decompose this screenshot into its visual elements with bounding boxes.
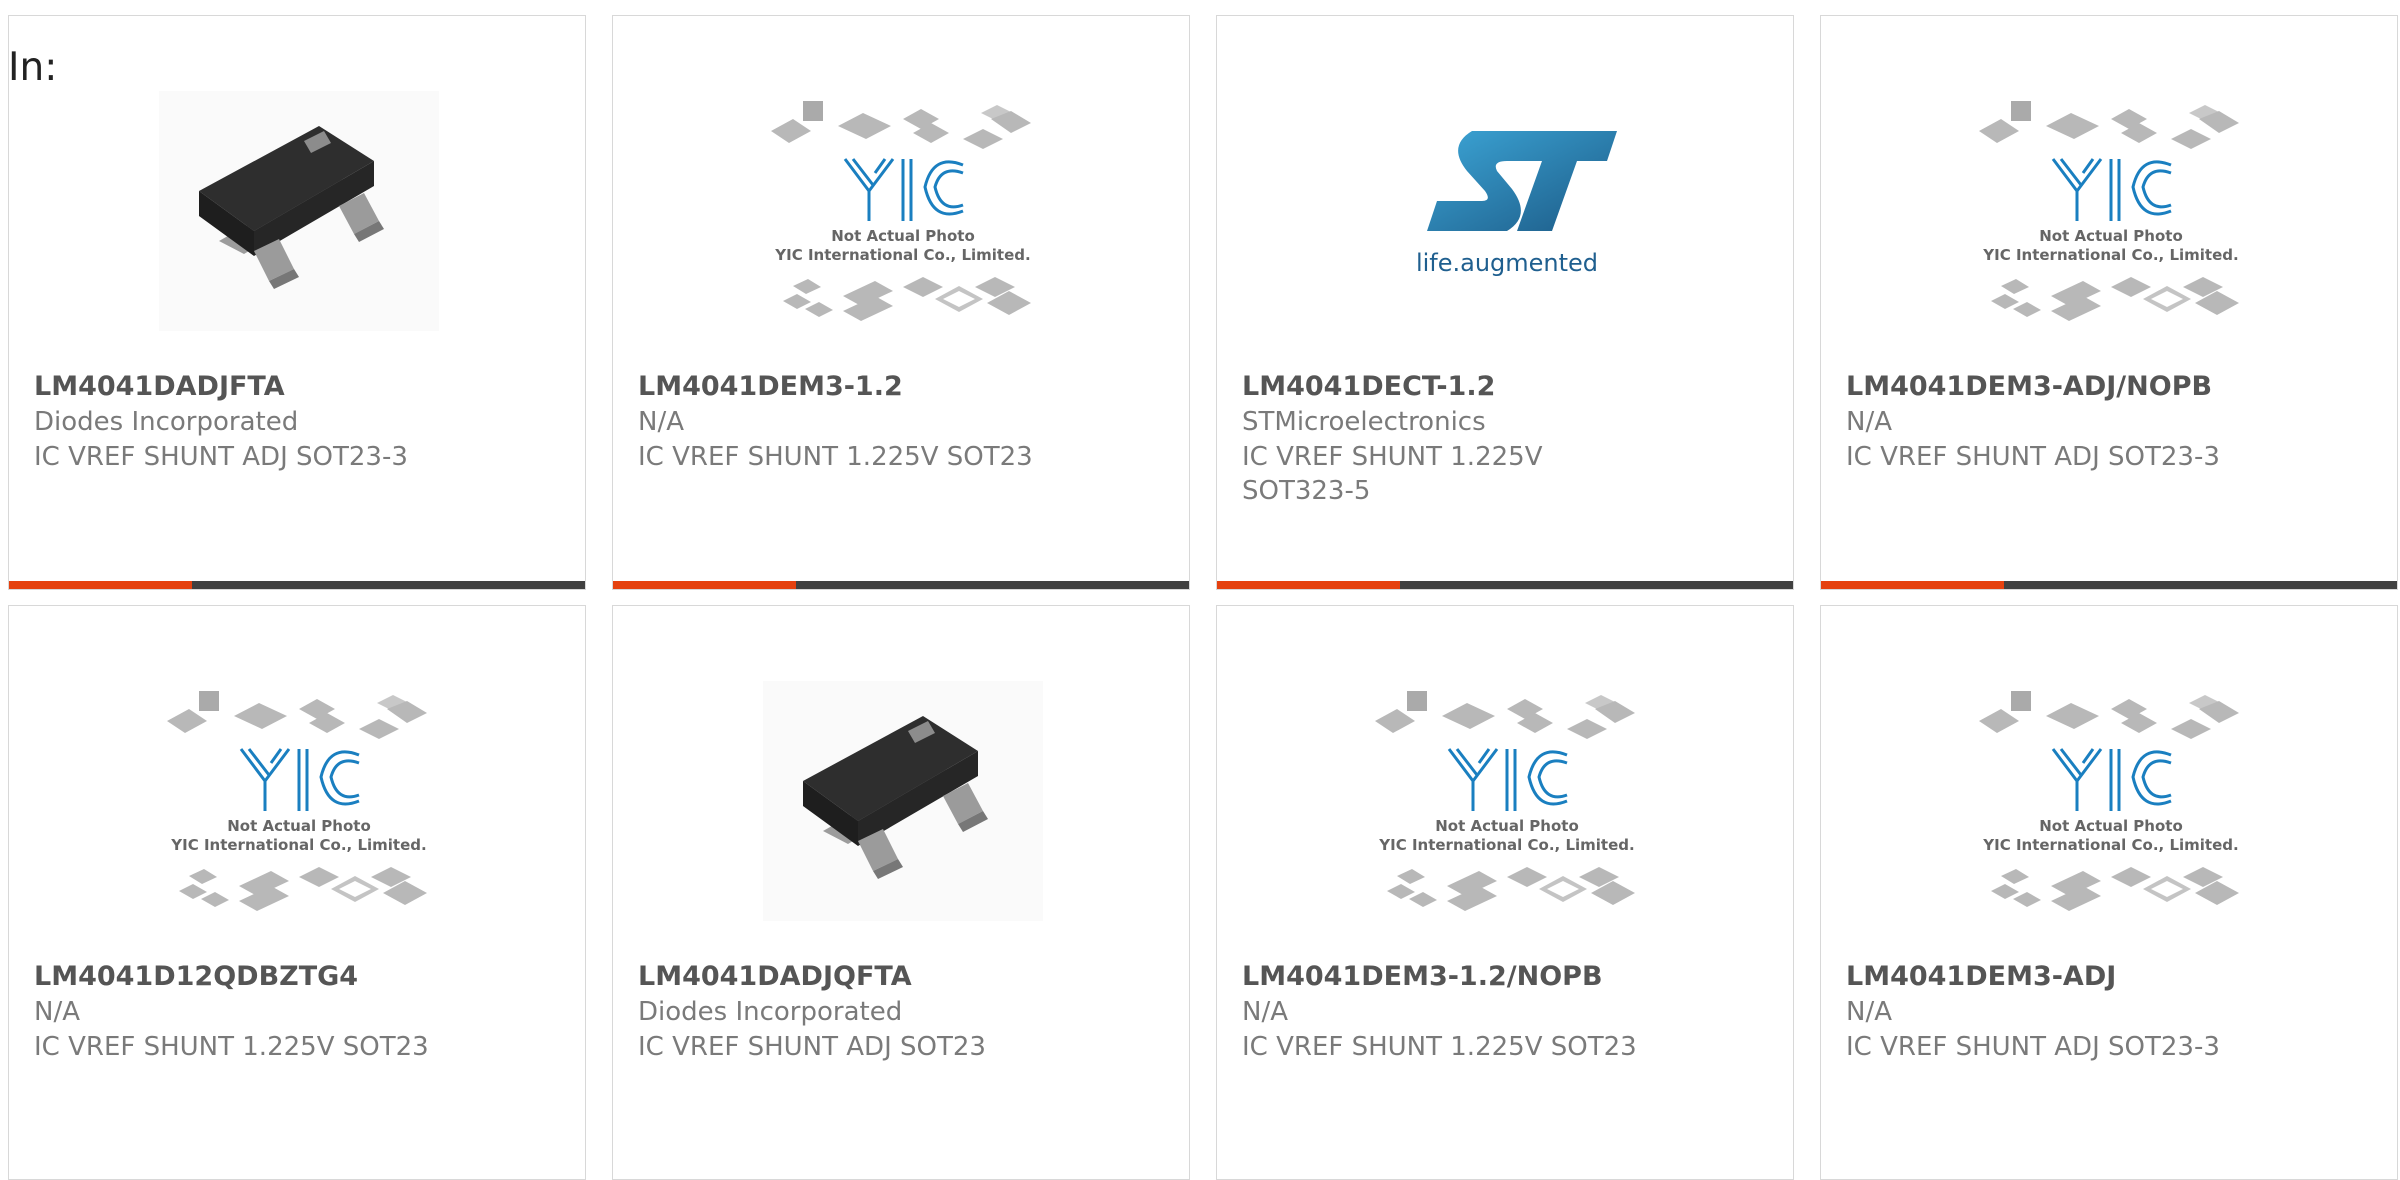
part-number[interactable]: LM4041DECT-1.2 — [1242, 371, 1495, 402]
manufacturer: N/A — [1242, 997, 1288, 1027]
part-number[interactable]: LM4041DEM3-1.2 — [638, 371, 903, 402]
yic-placeholder-icon: Not Actual Photo YIC International Co., … — [1979, 691, 2239, 911]
manufacturer: Diodes Incorporated — [34, 407, 299, 437]
in-label: In: — [8, 45, 58, 90]
part-number[interactable]: LM4041DADJFTA — [34, 371, 285, 402]
product-image: Not Actual Photo YIC International Co., … — [1971, 681, 2251, 921]
description: IC VREF SHUNT ADJ SOT23-3 — [1846, 442, 2220, 472]
description: IC VREF SHUNT ADJ SOT23-3 — [34, 442, 408, 472]
svg-text:YIC International Co., Limited: YIC International Co., Limited. — [170, 836, 426, 854]
product-card[interactable]: Not Actual Photo YIC International Co., … — [1820, 605, 2398, 1180]
svg-text:YIC International Co., Limited: YIC International Co., Limited. — [1982, 246, 2238, 264]
product-card[interactable]: Not Actual Photo YIC International Co., … — [1216, 605, 1794, 1180]
description: IC VREF SHUNT ADJ SOT23-3 — [1846, 1032, 2220, 1062]
part-number[interactable]: LM4041DEM3-ADJ/NOPB — [1846, 371, 2212, 402]
yic-placeholder-icon: Not Actual Photo YIC International Co., … — [1375, 691, 1635, 911]
svg-text:YIC International Co., Limited: YIC International Co., Limited. — [1378, 836, 1634, 854]
sot23-package-icon — [159, 91, 439, 331]
svg-text:Not Actual Photo: Not Actual Photo — [831, 227, 975, 245]
svg-text:YIC International Co., Limited: YIC International Co., Limited. — [1982, 836, 2238, 854]
description: IC VREF SHUNT 1.225V SOT23 — [34, 1032, 429, 1062]
sot23-package-icon — [763, 681, 1043, 921]
svg-text:Not Actual Photo: Not Actual Photo — [1435, 817, 1579, 835]
svg-text:life.augmented: life.augmented — [1416, 249, 1598, 277]
card-accent-bar — [1217, 581, 1793, 589]
card-accent-bar — [1821, 581, 2397, 589]
product-card[interactable]: Not Actual Photo YIC International Co., … — [612, 15, 1190, 590]
part-number[interactable]: LM4041D12QDBZTG4 — [34, 961, 358, 992]
manufacturer: Diodes Incorporated — [638, 997, 903, 1027]
product-image: life.augmented — [1367, 91, 1647, 331]
product-grid: LM4041DADJFTA Diodes Incorporated IC VRE… — [8, 15, 2400, 1180]
manufacturer: STMicroelectronics — [1242, 407, 1486, 437]
product-card[interactable]: life.augmented LM4041DECT-1.2 STMicroele… — [1216, 15, 1794, 590]
product-card[interactable]: Not Actual Photo YIC International Co., … — [8, 605, 586, 1180]
manufacturer: N/A — [1846, 997, 1892, 1027]
svg-text:Not Actual Photo: Not Actual Photo — [2039, 817, 2183, 835]
manufacturer: N/A — [34, 997, 80, 1027]
product-image: Not Actual Photo YIC International Co., … — [1971, 91, 2251, 331]
product-image: Not Actual Photo YIC International Co., … — [763, 91, 1043, 331]
yic-placeholder-icon: Not Actual Photo YIC International Co., … — [771, 101, 1031, 321]
yic-placeholder-icon: Not Actual Photo YIC International Co., … — [167, 691, 427, 911]
part-number[interactable]: LM4041DEM3-ADJ — [1846, 961, 2116, 992]
part-number[interactable]: LM4041DEM3-1.2/NOPB — [1242, 961, 1603, 992]
product-image — [763, 681, 1043, 921]
yic-placeholder-icon: Not Actual Photo YIC International Co., … — [1979, 101, 2239, 321]
card-accent-bar — [613, 581, 1189, 589]
svg-text:Not Actual Photo: Not Actual Photo — [2039, 227, 2183, 245]
description: IC VREF SHUNT ADJ SOT23 — [638, 1032, 986, 1062]
card-accent-bar — [9, 581, 585, 589]
description: IC VREF SHUNT 1.225V SOT23 — [638, 442, 1033, 472]
product-card[interactable]: LM4041DADJQFTA Diodes Incorporated IC VR… — [612, 605, 1190, 1180]
svg-text:YIC International Co., Limited: YIC International Co., Limited. — [774, 246, 1030, 264]
product-card[interactable]: LM4041DADJFTA Diodes Incorporated IC VRE… — [8, 15, 586, 590]
svg-text:Not Actual Photo: Not Actual Photo — [227, 817, 371, 835]
description: IC VREF SHUNT 1.225V SOT23 — [1242, 1032, 1637, 1062]
product-image: Not Actual Photo YIC International Co., … — [1367, 681, 1647, 921]
product-image — [159, 91, 439, 331]
part-number[interactable]: LM4041DADJQFTA — [638, 961, 912, 992]
product-image: Not Actual Photo YIC International Co., … — [159, 681, 439, 921]
product-card[interactable]: Not Actual Photo YIC International Co., … — [1820, 15, 2398, 590]
st-logo-icon: life.augmented — [1416, 131, 1617, 277]
manufacturer: N/A — [638, 407, 684, 437]
manufacturer: N/A — [1846, 407, 1892, 437]
description: IC VREF SHUNT 1.225V SOT323-5 — [1242, 442, 1543, 506]
